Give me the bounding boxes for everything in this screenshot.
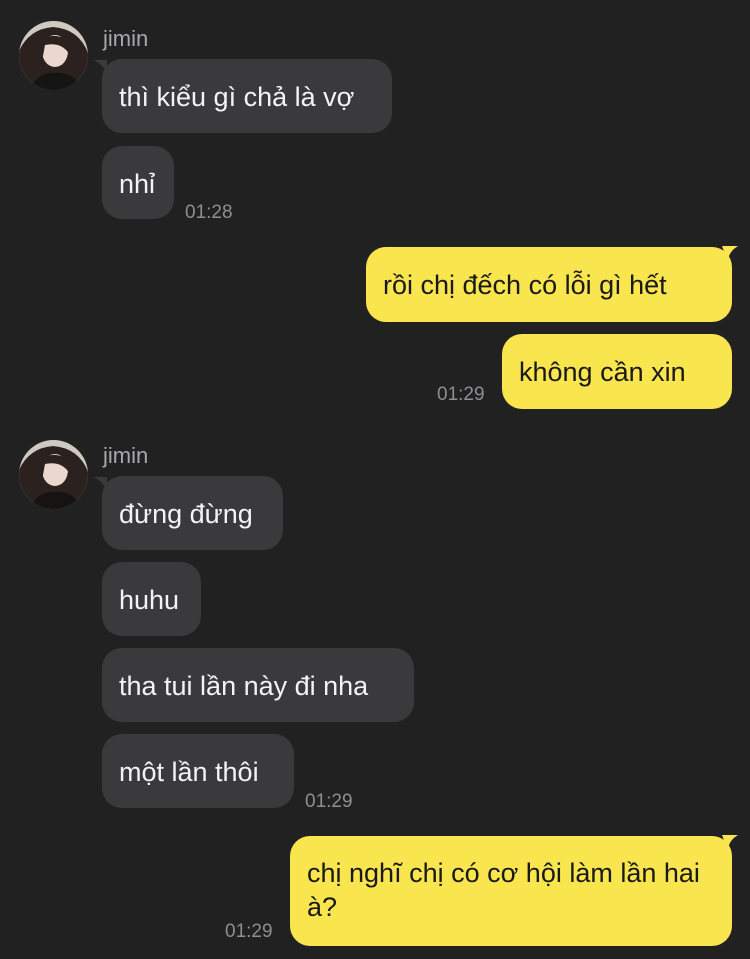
sender-name: jimin — [103, 443, 149, 468]
message-bubble-incoming[interactable]: đừng đừng — [102, 476, 283, 550]
message-bubble-incoming[interactable]: một lần thôi — [102, 734, 294, 808]
message-bubble-outgoing[interactable]: rồi chị đếch có lỗi gì hết — [366, 247, 732, 322]
message-timestamp: 01:29 — [437, 384, 485, 405]
avatar-jimin[interactable] — [19, 21, 88, 90]
chat-thread[interactable]: jimin thì kiểu gì chả là vợ nhỉ 01:28 rồ… — [0, 0, 750, 959]
message-timestamp: 01:28 — [185, 202, 233, 223]
message-bubble-outgoing[interactable]: chị nghĩ chị có cơ hội làm lần hai à? — [290, 836, 732, 946]
message-bubble-incoming[interactable]: nhỉ — [102, 146, 174, 219]
avatar-jimin[interactable] — [19, 440, 88, 509]
message-bubble-incoming[interactable]: huhu — [102, 562, 201, 636]
sender-name: jimin — [103, 26, 149, 51]
message-bubble-outgoing[interactable]: không cần xin — [502, 334, 732, 409]
message-timestamp: 01:29 — [305, 791, 353, 812]
message-bubble-incoming[interactable]: tha tui lần này đi nha — [102, 648, 414, 722]
message-bubble-incoming[interactable]: thì kiểu gì chả là vợ — [102, 59, 392, 133]
message-timestamp: 01:29 — [225, 921, 273, 942]
